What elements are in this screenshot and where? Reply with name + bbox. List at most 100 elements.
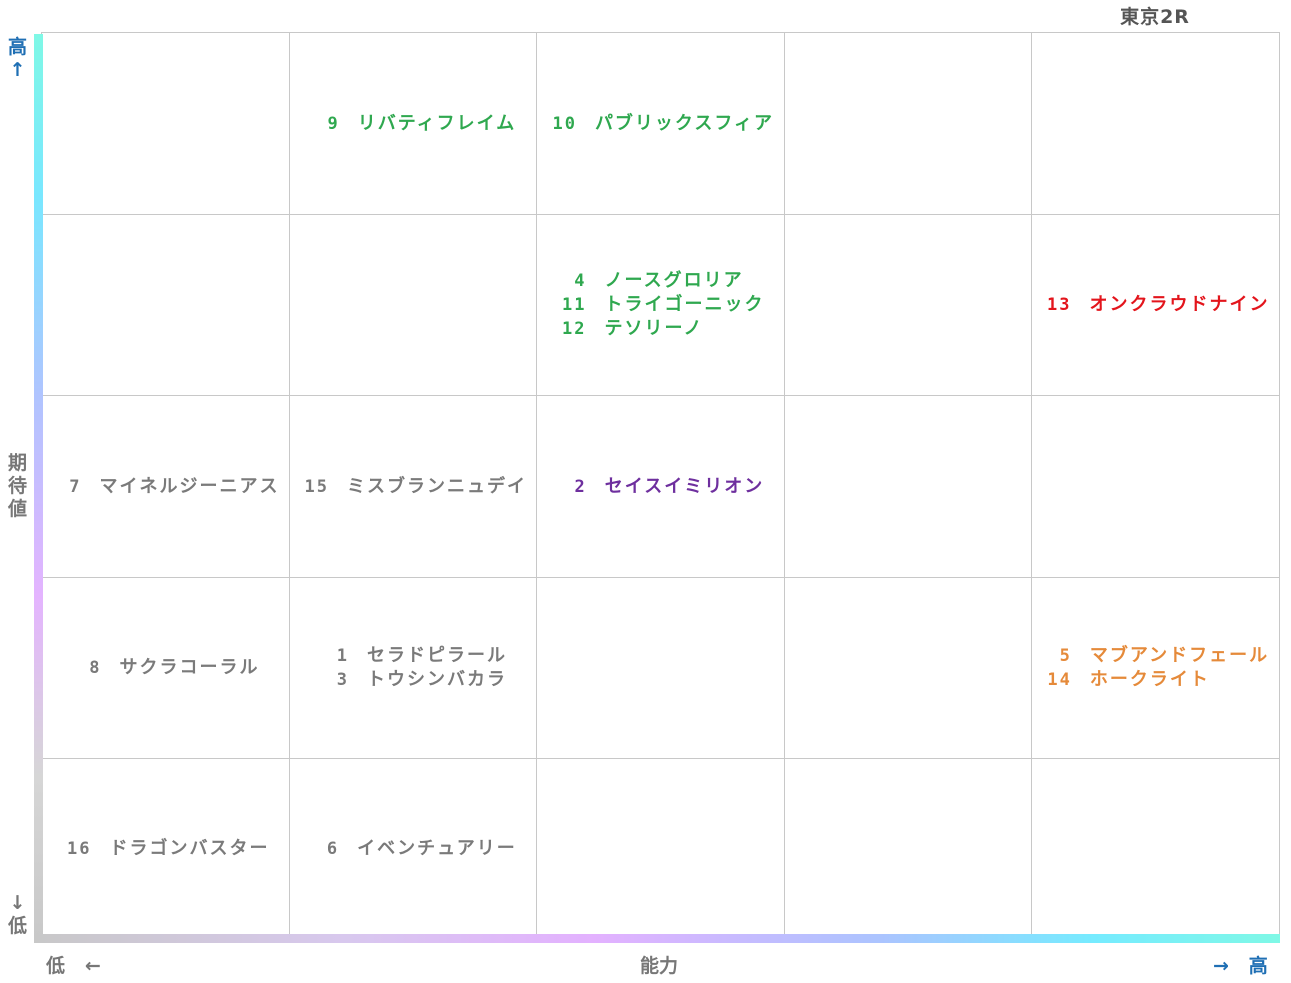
- grid-cell: 10 パブリックスフィア: [536, 33, 784, 215]
- chart-title: 東京2R: [1120, 6, 1190, 28]
- horse-number: 4: [574, 271, 587, 291]
- horse-list: 1 セラドピラール 3 トウシンバカラ: [319, 645, 507, 691]
- horse-entry: 8 サクラコーラル: [72, 657, 260, 679]
- grid-cell: 1 セラドピラール 3 トウシンバカラ: [289, 578, 536, 759]
- grid-cell: [784, 33, 1031, 215]
- grid-cell: 9 リバティフレイム: [289, 33, 536, 215]
- horse-number: 5: [1059, 646, 1072, 666]
- grid-cell: 8 サクラコーラル: [41, 578, 289, 759]
- grid-cell: 2 セイスイミリオン: [536, 396, 784, 578]
- horse-number: 11: [562, 295, 587, 315]
- grid-cell: [1031, 396, 1279, 578]
- down-arrow-icon: ↓: [9, 892, 26, 914]
- left-arrow-icon: ←: [84, 955, 101, 977]
- horse-number: 6: [326, 838, 340, 859]
- horse-entry: 3 トウシンバカラ: [319, 669, 507, 691]
- grid-cell: [41, 215, 289, 396]
- grid-cell: [784, 396, 1031, 578]
- horse-list: 2 セイスイミリオン: [557, 476, 764, 498]
- horse-entry: 5 マブアンドフェール: [1042, 645, 1269, 667]
- horse-name: イベンチュアリー: [357, 837, 517, 859]
- x-axis-low-label: 低 ←: [46, 951, 101, 978]
- horse-number: 14: [1047, 670, 1072, 690]
- horse-entry: 11 トライゴーニック: [557, 294, 765, 316]
- horse-number: 15: [304, 476, 329, 497]
- grid-cell: [784, 578, 1031, 759]
- horse-number: 3: [336, 670, 349, 690]
- horse-list: 16 ドラゴンバスター: [62, 838, 270, 860]
- grid-cell: 7 マイネルジーニアス: [41, 396, 289, 578]
- horse-name: セイスイミリオン: [604, 475, 765, 497]
- horse-entry: 1 セラドピラール: [319, 645, 507, 667]
- horse-list: 7 マイネルジーニアス: [52, 476, 280, 498]
- y-low-text: 低: [8, 915, 28, 937]
- grid-cell: 13 オンクラウドナイン: [1031, 215, 1279, 396]
- horse-number: 13: [1047, 295, 1072, 315]
- grid-cell: [41, 33, 289, 215]
- horse-entry: 4 ノースグロリア: [557, 270, 765, 292]
- y-high-text: 高: [8, 36, 28, 58]
- grid-cell: 4 ノースグロリア 11 トライゴーニック 12 テソリーノ: [536, 215, 784, 396]
- grid-cell: 6 イベンチュアリー: [289, 759, 536, 939]
- horse-name: マイネルジーニアス: [99, 475, 280, 497]
- x-low-text: 低: [46, 955, 66, 977]
- grid-cell: 5 マブアンドフェール 14 ホークライト: [1031, 578, 1279, 759]
- horse-list: 9 リバティフレイム: [310, 113, 517, 135]
- grid-cell: [536, 759, 784, 939]
- horse-name: ノースグロリア: [604, 270, 744, 291]
- horse-list: 5 マブアンドフェール 14 ホークライト: [1042, 645, 1269, 691]
- horse-number: 1: [336, 646, 349, 666]
- horse-name: オンクラウドナイン: [1089, 294, 1270, 315]
- right-arrow-icon: →: [1213, 955, 1229, 977]
- up-arrow-icon: ↑: [9, 59, 26, 81]
- horse-entry: 16 ドラゴンバスター: [62, 838, 270, 860]
- y-axis-bar: [34, 34, 43, 940]
- horse-list: 13 オンクラウドナイン: [1042, 294, 1270, 316]
- horse-number: 7: [69, 476, 82, 497]
- horse-entry: 6 イベンチュアリー: [309, 838, 517, 860]
- horse-number: 16: [67, 838, 92, 859]
- horse-list: 6 イベンチュアリー: [309, 838, 517, 860]
- horse-name: テソリーノ: [604, 318, 704, 339]
- horse-entry: 2 セイスイミリオン: [557, 476, 764, 498]
- y-title-char-2: 待: [8, 475, 28, 497]
- horse-list: 15 ミスブランニュデイ: [299, 476, 527, 498]
- grid-cell: [1031, 33, 1279, 215]
- horse-number: 10: [552, 113, 577, 134]
- horse-entry: 10 パブリックスフィア: [547, 113, 774, 135]
- horse-name: トウシンバカラ: [367, 669, 507, 690]
- horse-number: 12: [562, 319, 587, 339]
- horse-entry: 13 オンクラウドナイン: [1042, 294, 1270, 316]
- expectation-ability-grid: 9 リバティフレイム 10 パブリックスフィア 4 ノースグロリア 11 トライゴーニック 12…: [41, 32, 1280, 939]
- y-title-char-3: 値: [8, 498, 28, 520]
- grid-cell: [536, 578, 784, 759]
- grid-cell: [784, 759, 1031, 939]
- y-title-char-1: 期: [8, 452, 28, 474]
- horse-name: ドラゴンバスター: [109, 837, 270, 859]
- grid-cell: 16 ドラゴンバスター: [41, 759, 289, 939]
- grid-cell: [1031, 759, 1279, 939]
- horse-name: セラドピラール: [367, 645, 507, 666]
- grid-cell: 15 ミスブランニュデイ: [289, 396, 536, 578]
- horse-name: ミスブランニュデイ: [347, 475, 527, 497]
- y-axis-low-label: ↓ 低: [8, 892, 27, 938]
- horse-entry: 14 ホークライト: [1042, 669, 1269, 691]
- x-axis-title: 能力: [640, 955, 679, 977]
- horse-name: トライゴーニック: [604, 294, 765, 315]
- horse-name: リバティフレイム: [357, 112, 517, 134]
- horse-name: ホークライト: [1089, 669, 1210, 690]
- grid-cell: [784, 215, 1031, 396]
- horse-entry: 9 リバティフレイム: [310, 113, 517, 135]
- horse-number: 2: [574, 476, 587, 497]
- horse-entry: 7 マイネルジーニアス: [52, 476, 280, 498]
- horse-name: サクラコーラル: [119, 657, 260, 678]
- horse-name: パブリックスフィア: [594, 112, 775, 134]
- x-high-text: 高: [1248, 955, 1268, 977]
- x-axis-high-label: → 高: [1213, 951, 1268, 978]
- y-axis-high-label: 高 ↑: [8, 36, 27, 82]
- horse-list: 4 ノースグロリア 11 トライゴーニック 12 テソリーノ: [557, 270, 765, 340]
- grid-cell: [289, 215, 536, 396]
- x-axis-bar: [34, 934, 1280, 943]
- horse-number: 8: [89, 658, 102, 678]
- horse-entry: 15 ミスブランニュデイ: [299, 476, 527, 498]
